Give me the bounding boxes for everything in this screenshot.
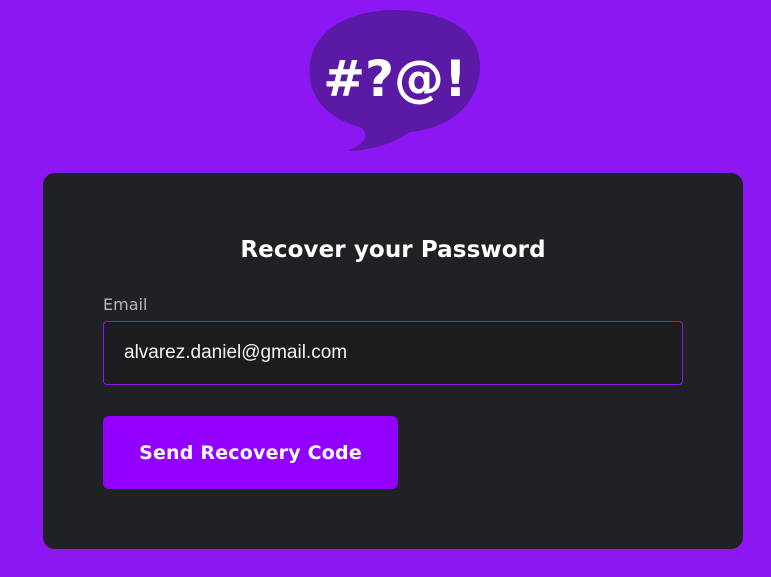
logo-text: #?@! bbox=[323, 50, 467, 108]
logo: #?@! bbox=[300, 6, 490, 156]
send-recovery-code-button[interactable]: Send Recovery Code bbox=[103, 416, 398, 489]
email-label: Email bbox=[103, 295, 148, 314]
speech-bubble-icon: #?@! bbox=[309, 10, 481, 151]
page-title: Recover your Password bbox=[240, 237, 546, 263]
email-field[interactable] bbox=[103, 321, 683, 385]
page: #?@! Recover your Password Email Send Re… bbox=[0, 0, 771, 577]
recover-password-card: Recover your Password Email Send Recover… bbox=[43, 173, 743, 549]
